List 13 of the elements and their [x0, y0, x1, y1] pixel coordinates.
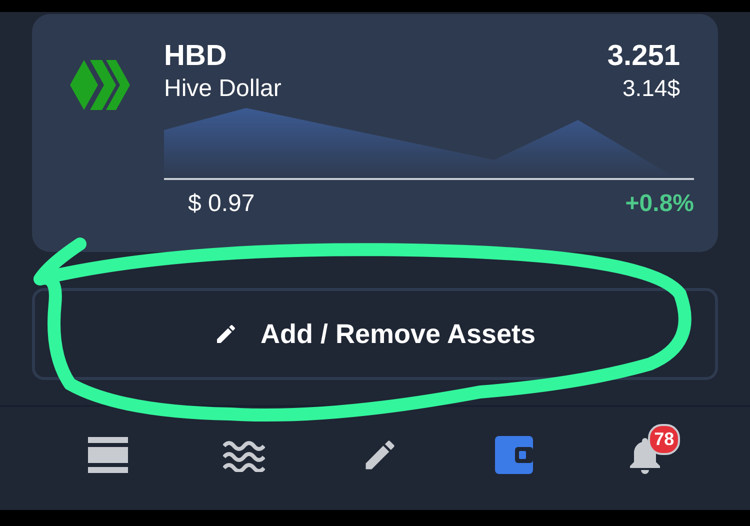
price-change: +0.8%	[625, 190, 694, 218]
asset-card[interactable]: HBD Hive Dollar 3.251 3.14$ $ 0.97 +0.8%	[32, 14, 718, 252]
asset-symbol: HBD	[164, 40, 228, 73]
nav-tab[interactable]: 78	[628, 424, 680, 474]
nav-tab[interactable]	[88, 436, 128, 472]
asset-balance: 3.251	[607, 40, 680, 73]
asset-value: 3.14$	[621, 75, 680, 102]
notification-badge: 78	[648, 424, 680, 454]
stack-icon	[88, 436, 128, 472]
add-remove-assets-button[interactable]: Add / Remove Assets	[32, 288, 718, 380]
asset-name: Hive Dollar	[164, 75, 282, 103]
asset-price: $ 0.97	[188, 190, 255, 218]
wallet-icon	[494, 436, 533, 474]
